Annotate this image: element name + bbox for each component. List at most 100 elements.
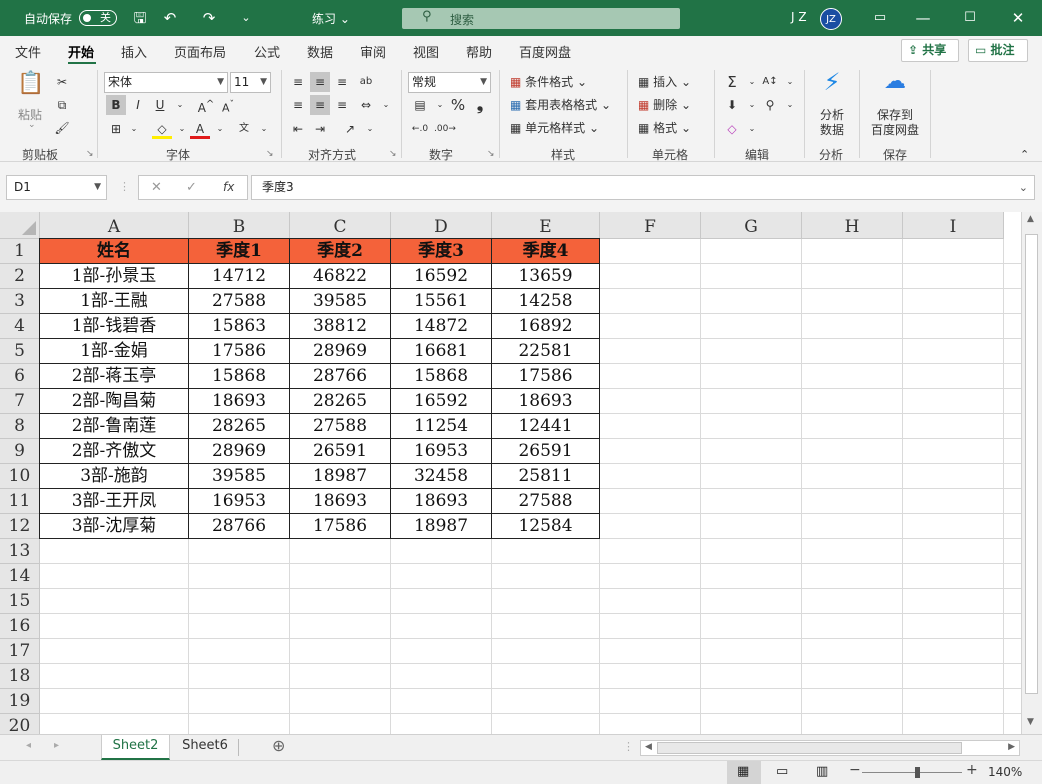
tab-page-layout[interactable]: 页面布局 [174,42,226,61]
normal-view-button[interactable]: ▦ [727,761,761,784]
data-cell[interactable]: 16592 [390,388,492,414]
decrease-font-icon[interactable]: Aˇ [218,95,238,115]
font-size-select[interactable]: 11 ▼ [230,72,271,93]
borders-dropdown-icon[interactable]: ⌄ [124,119,144,139]
row-header-20[interactable]: 20 [0,714,40,734]
data-cell[interactable]: 18693 [289,488,391,514]
accounting-icon[interactable]: ▤ [410,95,430,115]
data-cell[interactable]: 26591 [289,438,391,464]
increase-indent-icon[interactable]: ⇥ [310,119,330,139]
orientation-icon[interactable]: ↗ [340,119,360,139]
row-header-8[interactable]: 8 [0,414,40,439]
tab-data[interactable]: 数据 [307,42,333,61]
scroll-left-icon[interactable]: ◀ [645,742,652,752]
data-cell[interactable]: 17586 [491,363,600,389]
spreadsheet-grid[interactable]: ABCDEFGHI 1 2 3 4 5 6 7 8 9 10 11 12 13 14 15 16 17 18 19 2… [0,212,1042,734]
data-cell[interactable]: 27588 [188,288,290,314]
cancel-icon[interactable]: ✕ [151,180,162,195]
fill-color-dropdown-icon[interactable]: ⌄ [172,119,192,139]
clipboard-launcher-icon[interactable]: ↘ [86,149,94,159]
cut-icon[interactable]: ✂ [52,72,72,92]
decrease-decimal-icon[interactable]: .00→ [434,119,456,139]
name-box[interactable]: D1 ▼ [6,175,107,200]
row-header-7[interactable]: 7 [0,389,40,414]
enter-icon[interactable]: ✓ [186,180,197,195]
copy-icon[interactable]: ⧉ [52,95,72,115]
page-layout-view-icon[interactable]: ▭ [776,764,788,779]
scroll-thumb[interactable] [657,742,962,754]
column-header-b[interactable]: B [189,212,290,239]
header-cell[interactable]: 姓名 [39,238,189,264]
format-as-table-button[interactable]: ▦ 套用表格格式 ⌄ [510,96,611,113]
row-header-2[interactable]: 2 [0,264,40,289]
clear-dropdown-icon[interactable]: ⌄ [742,119,762,139]
insert-cells-button[interactable]: ▦ 插入 ⌄ [638,73,691,90]
clear-icon[interactable]: ◇ [722,119,742,139]
align-right-icon[interactable]: ≡ [332,95,352,115]
number-launcher-icon[interactable]: ↘ [487,149,495,159]
alignment-launcher-icon[interactable]: ↘ [389,149,397,159]
new-sheet-icon[interactable]: ⊕ [272,736,285,755]
page-break-view-icon[interactable]: ▥ [816,764,828,779]
header-cell[interactable]: 季度2 [289,238,391,264]
tab-view[interactable]: 视图 [413,42,439,61]
column-header-g[interactable]: G [701,212,802,239]
zoom-slider[interactable] [862,772,962,773]
row-header-16[interactable]: 16 [0,614,40,639]
data-cell[interactable]: 1部-钱碧香 [39,313,189,339]
tab-home[interactable]: 开始 [68,42,94,61]
comma-style-button[interactable]: ❟ [470,95,490,115]
row-header-5[interactable]: 5 [0,339,40,364]
data-cell[interactable]: 12441 [491,413,600,439]
data-cell[interactable]: 16953 [188,488,290,514]
cell-styles-button[interactable]: ▦ 单元格样式 ⌄ [510,119,599,136]
decrease-indent-icon[interactable]: ⇤ [288,119,308,139]
row-header-14[interactable]: 14 [0,564,40,589]
column-header-f[interactable]: F [600,212,701,239]
font-color-dropdown-icon[interactable]: ⌄ [210,119,230,139]
column-header-i[interactable]: I [903,212,1004,239]
maximize-icon[interactable]: ☐ [960,8,980,28]
find-select-dropdown-icon[interactable]: ⌄ [780,95,800,115]
zoom-slider-thumb[interactable] [915,767,920,778]
row-header-11[interactable]: 11 [0,489,40,514]
delete-cells-button[interactable]: ▦ 删除 ⌄ [638,96,691,113]
sort-filter-dropdown-icon[interactable]: ⌄ [780,72,800,92]
data-cell[interactable]: 12584 [491,513,600,539]
tab-baidu-netdisk[interactable]: 百度网盘 [519,42,571,61]
data-cell[interactable]: 13659 [491,263,600,289]
autosave-toggle[interactable]: 关 [79,10,117,26]
row-header-3[interactable]: 3 [0,289,40,314]
data-cell[interactable]: 39585 [188,463,290,489]
header-cell[interactable]: 季度4 [491,238,600,264]
font-name-select[interactable]: 宋体 ▼ [104,72,228,93]
phonetic-dropdown-icon[interactable]: ⌄ [254,119,274,139]
data-cell[interactable]: 18693 [491,388,600,414]
data-cell[interactable]: 15868 [390,363,492,389]
bold-button[interactable]: B [106,95,126,115]
tab-review[interactable]: 审阅 [360,42,386,61]
data-cell[interactable]: 28766 [289,363,391,389]
data-cell[interactable]: 3部-沈厚菊 [39,513,189,539]
row-header-10[interactable]: 10 [0,464,40,489]
orientation-dropdown-icon[interactable]: ⌄ [360,119,380,139]
collapse-ribbon-icon[interactable]: ⌃ [1020,148,1029,161]
fill-icon[interactable]: ⬇ [722,95,742,115]
data-cell[interactable]: 28969 [289,338,391,364]
text-orientation-icon[interactable]: ab [356,72,376,92]
data-cell[interactable]: 2部-陶昌菊 [39,388,189,414]
sort-filter-icon[interactable]: A↕ [760,72,780,92]
tab-insert[interactable]: 插入 [121,42,147,61]
conditional-formatting-button[interactable]: ▦ 条件格式 ⌄ [510,73,587,90]
row-header-9[interactable]: 9 [0,439,40,464]
row-header-19[interactable]: 19 [0,689,40,714]
format-cells-button[interactable]: ▦ 格式 ⌄ [638,119,691,136]
row-header-12[interactable]: 12 [0,514,40,539]
expand-formula-icon[interactable]: ⌄ [1019,176,1028,199]
data-cell[interactable]: 32458 [390,463,492,489]
fill-color-icon[interactable]: ◇ [152,119,172,139]
header-cell[interactable]: 季度3 [390,238,492,264]
tab-formulas[interactable]: 公式 [254,42,280,61]
tab-help[interactable]: 帮助 [466,42,492,61]
data-cell[interactable]: 18693 [188,388,290,414]
